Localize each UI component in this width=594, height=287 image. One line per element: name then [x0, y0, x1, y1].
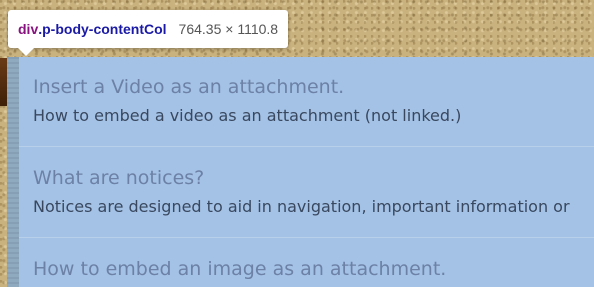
notice-description: Notices are designed to aid in navigatio… [33, 197, 570, 216]
notice-title[interactable]: Insert a Video as an attachment. [33, 75, 594, 99]
inspector-dimensions: 764.35 × 1110.8 [178, 21, 279, 37]
inspector-class-name: .p-body-contentCol [38, 21, 167, 37]
notice-description: How to embed a video as an attachment (n… [33, 106, 462, 125]
tooltip-arrow-icon [18, 48, 34, 56]
notice-item[interactable]: Insert a Video as an attachment. How to … [19, 57, 594, 147]
inspector-tag-name: div [18, 21, 39, 37]
notice-item[interactable]: How to embed an image as an attachment. [19, 238, 594, 287]
content-column: Insert a Video as an attachment. How to … [7, 57, 594, 287]
notice-item[interactable]: What are notices? Notices are designed t… [19, 147, 594, 238]
notice-title[interactable]: What are notices? [33, 166, 594, 190]
devtools-inspector-tooltip: div .p-body-contentCol 764.35 × 1110.8 [8, 10, 289, 56]
notice-title[interactable]: How to embed an image as an attachment. [33, 257, 594, 281]
